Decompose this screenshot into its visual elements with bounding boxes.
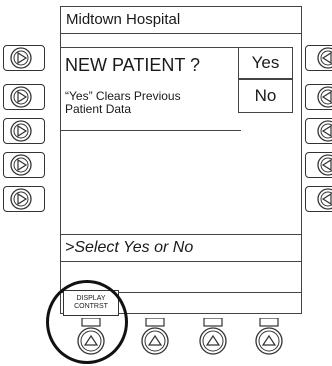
- prompt-message: >Select Yes or No: [65, 239, 194, 256]
- right-softkey-5[interactable]: [305, 186, 332, 212]
- chevron-right-icon: [10, 120, 32, 142]
- chevron-right-icon: [10, 188, 32, 210]
- display-contrast-button[interactable]: DISPLAY CONTRST: [63, 290, 119, 316]
- dialog-message: “Yes” Clears Previous Patient Data: [65, 89, 181, 116]
- hospital-name: Midtown Hospital: [66, 11, 181, 28]
- chevron-right-icon: [10, 86, 32, 108]
- yes-option[interactable]: Yes: [238, 47, 293, 79]
- chevron-up-icon: [77, 318, 105, 355]
- bottom-softkey-1[interactable]: [74, 318, 108, 358]
- chevron-right-icon: [10, 154, 32, 176]
- chevron-left-icon: [317, 86, 332, 108]
- right-softkey-1[interactable]: [305, 45, 332, 71]
- display-contrast-label-line1: DISPLAY: [76, 295, 106, 302]
- chevron-left-icon: [317, 154, 332, 176]
- bottom-softkey-2[interactable]: [138, 318, 172, 358]
- right-softkey-2[interactable]: [305, 84, 332, 110]
- chevron-right-icon: [10, 47, 32, 69]
- display-contrast-label-line2: CONTRST: [74, 303, 108, 310]
- chevron-up-icon: [141, 318, 169, 355]
- dialog-title: NEW PATIENT ?: [65, 55, 201, 75]
- left-softkey-1[interactable]: [3, 45, 45, 71]
- chevron-left-icon: [317, 120, 332, 142]
- no-option[interactable]: No: [238, 79, 293, 113]
- chevron-left-icon: [317, 47, 332, 69]
- prompt-divider-top: [61, 234, 301, 235]
- bottom-softkey-3[interactable]: [196, 318, 230, 358]
- left-softkey-2[interactable]: [3, 84, 45, 110]
- right-softkey-4[interactable]: [305, 152, 332, 178]
- left-softkey-3[interactable]: [3, 118, 45, 144]
- device-screen: Midtown Hospital NEW PATIENT ? “Yes” Cle…: [60, 6, 302, 314]
- chevron-up-icon: [255, 318, 283, 355]
- bottom-softkey-4[interactable]: [252, 318, 286, 358]
- chevron-left-icon: [317, 188, 332, 210]
- left-softkey-5[interactable]: [3, 186, 45, 212]
- chevron-up-icon: [199, 318, 227, 355]
- left-softkey-4[interactable]: [3, 152, 45, 178]
- prompt-divider-bottom: [61, 261, 301, 262]
- header-divider: [61, 33, 301, 34]
- right-softkey-3[interactable]: [305, 118, 332, 144]
- new-patient-dialog: NEW PATIENT ? “Yes” Clears Previous Pati…: [61, 47, 241, 131]
